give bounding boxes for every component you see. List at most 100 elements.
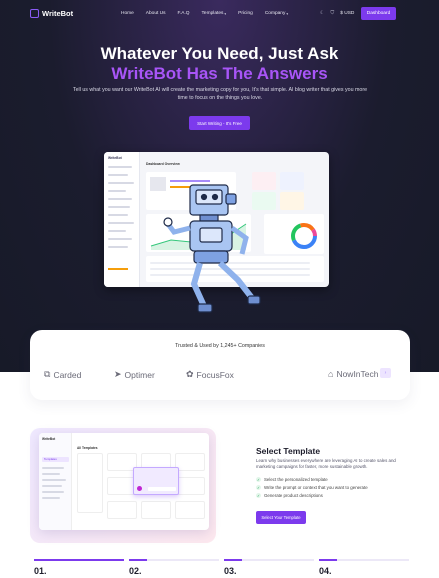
step-progress-track bbox=[224, 559, 314, 561]
nav-link-about[interactable]: About Us bbox=[146, 11, 166, 16]
preview-usage-bar bbox=[108, 268, 128, 270]
step-item: 04. bbox=[319, 559, 409, 576]
step-number: 02. bbox=[129, 566, 142, 576]
preview-sidebar-line bbox=[108, 166, 132, 168]
check-icon: ✓ bbox=[256, 485, 261, 490]
step-item: 03. bbox=[224, 559, 314, 576]
brand-carded: ⧉ Carded bbox=[44, 369, 82, 380]
hero-subtitle: Tell us what you want our WriteBot AI wi… bbox=[72, 87, 368, 101]
template-card bbox=[141, 501, 171, 519]
preview-sidebar-line bbox=[108, 214, 128, 216]
robot-left-hand bbox=[163, 217, 173, 227]
robot-right-arm bbox=[230, 225, 249, 255]
template-category-list bbox=[77, 453, 103, 513]
preview-sidebar-line bbox=[108, 222, 134, 224]
chevron-down-icon: ▾ bbox=[224, 11, 227, 16]
top-nav: WriteBot Home About Us F.A.Q Templates ▾ … bbox=[0, 0, 439, 28]
nav-link-company[interactable]: Company ▾ bbox=[265, 11, 288, 16]
step-progress-track bbox=[319, 559, 409, 561]
brand-name: WriteBot bbox=[42, 9, 74, 18]
brand-focusfox: ✿ FocusFox bbox=[186, 369, 234, 380]
step-progress-fill bbox=[34, 559, 124, 561]
moon-icon[interactable]: ☾ bbox=[320, 10, 324, 16]
preview-title: Dashboard Overview bbox=[146, 162, 180, 166]
cart-icon[interactable]: ⛉ bbox=[330, 10, 334, 16]
template-sidebar-line bbox=[42, 491, 64, 493]
logo-icon bbox=[30, 9, 39, 18]
currency-selector[interactable]: $ USD bbox=[340, 11, 354, 16]
hero-title-line2: WriteBot Has The Answers bbox=[111, 64, 328, 83]
template-card-highlighted bbox=[133, 467, 179, 495]
template-card bbox=[107, 501, 137, 519]
step-progress-track bbox=[34, 559, 124, 561]
robot-left-foot bbox=[197, 303, 213, 313]
robot-ear bbox=[225, 193, 237, 205]
nav-link-faq[interactable]: F.A.Q bbox=[178, 11, 190, 16]
robot-left-leg bbox=[190, 262, 207, 308]
template-grid bbox=[107, 453, 205, 523]
template-preview-sidebar: WriteBot Templates bbox=[39, 433, 72, 530]
preview-sidebar-line bbox=[108, 174, 128, 176]
carded-logo-icon: ⧉ bbox=[44, 369, 51, 379]
preview-brand: WriteBot bbox=[108, 156, 122, 160]
template-preview-brand: WriteBot bbox=[42, 437, 56, 441]
preview-sidebar-line bbox=[108, 230, 126, 232]
preview-stat-card bbox=[280, 192, 304, 210]
feature-check-item: ✓ Select the personalized template bbox=[256, 477, 328, 482]
dashboard-button[interactable]: Dashboard bbox=[361, 7, 396, 20]
select-template-button[interactable]: Select Your Template bbox=[256, 511, 306, 524]
step-item: 01. bbox=[34, 559, 124, 576]
optimer-logo-icon: ➤ bbox=[114, 369, 122, 379]
brand-nowintech: ⌂ NowInTech bbox=[328, 369, 379, 379]
preview-sidebar-line bbox=[108, 246, 128, 248]
step-number: 01. bbox=[34, 566, 47, 576]
step-progress-fill bbox=[224, 559, 242, 561]
focusfox-logo-icon: ✿ bbox=[186, 369, 194, 379]
feature-check-item: ✓ Generate product descriptions bbox=[256, 493, 323, 498]
template-preview-header: All Templates bbox=[77, 446, 98, 450]
start-writing-button[interactable]: Start Writing - It's Free bbox=[189, 116, 250, 130]
nav-link-pricing[interactable]: Pricing bbox=[238, 11, 253, 16]
chevron-down-icon: ▾ bbox=[286, 11, 289, 16]
robot-eye bbox=[211, 193, 219, 201]
template-preview-image: WriteBot Templates All Templates bbox=[39, 433, 209, 530]
nav-utilities: ☾ ⛉ $ USD bbox=[320, 10, 354, 16]
nav-links: Home About Us F.A.Q Templates ▾ Pricing C… bbox=[121, 11, 300, 16]
template-sidebar-line bbox=[42, 479, 66, 481]
nav-link-home[interactable]: Home bbox=[121, 11, 134, 16]
brand-logo[interactable]: WriteBot bbox=[30, 9, 73, 18]
step-progress-track bbox=[129, 559, 219, 561]
carousel-next-button[interactable]: › bbox=[380, 368, 391, 378]
hero-title-line1: Whatever You Need, Just Ask bbox=[100, 44, 339, 63]
robot-neck bbox=[199, 214, 219, 222]
template-preview-active-item: Templates bbox=[42, 457, 69, 462]
preview-sidebar-line bbox=[108, 206, 130, 208]
template-sidebar-line bbox=[42, 473, 60, 475]
robot-body bbox=[163, 184, 261, 313]
nav-link-templates[interactable]: Templates ▾ bbox=[202, 11, 227, 16]
trusted-companies-section: Trusted & Used by 1,245+ Companies ⧉ Car… bbox=[30, 330, 410, 400]
check-icon: ✓ bbox=[256, 477, 261, 482]
step-item: 02. bbox=[129, 559, 219, 576]
template-card bbox=[175, 501, 205, 519]
robot-right-leg bbox=[217, 260, 255, 300]
template-sidebar-line bbox=[42, 497, 60, 499]
feature-title: Select Template bbox=[256, 446, 321, 456]
preview-stat-card bbox=[280, 172, 304, 190]
preview-sidebar-line bbox=[108, 190, 126, 192]
step-number: 03. bbox=[224, 566, 237, 576]
robot-chest-panel bbox=[199, 227, 223, 243]
preview-sidebar-line bbox=[108, 198, 132, 200]
template-sidebar-line bbox=[42, 485, 62, 487]
check-icon: ✓ bbox=[256, 493, 261, 498]
feature-check-item: ✓ Write the prompt or context that you w… bbox=[256, 485, 368, 490]
template-card bbox=[175, 477, 205, 495]
robot-illustration bbox=[163, 184, 261, 313]
feature-description: Learn why businesses everywhere are leve… bbox=[256, 458, 396, 470]
robot-eye bbox=[200, 193, 208, 201]
template-card bbox=[175, 453, 205, 471]
step-progress-fill bbox=[129, 559, 147, 561]
robot-visor bbox=[195, 189, 223, 205]
template-card-action bbox=[148, 487, 176, 491]
step-progress-fill bbox=[319, 559, 337, 561]
